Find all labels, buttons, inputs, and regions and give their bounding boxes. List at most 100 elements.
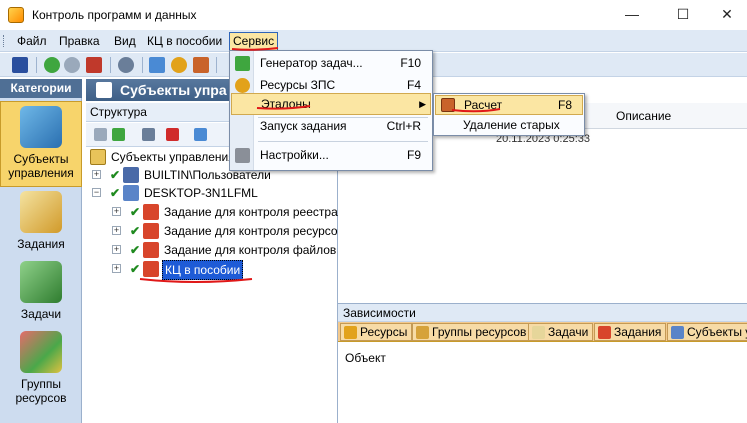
job-icon	[143, 261, 159, 277]
menu-item-settings[interactable]: Настройки... F9	[231, 145, 431, 167]
menu-item-shortcut: Ctrl+R	[386, 119, 421, 133]
category-resource-groups[interactable]: Группы ресурсов	[0, 331, 82, 409]
tree-node-label: DESKTOP-3N1LFML	[144, 186, 258, 200]
toolbar-divider	[142, 57, 143, 73]
forward-icon[interactable]	[64, 57, 80, 73]
tab-subjects[interactable]: Субъекты у	[667, 323, 747, 341]
add-icon[interactable]	[94, 128, 107, 141]
add-child-icon[interactable]	[112, 128, 125, 141]
menu-item-etalons[interactable]: Эталоны ▶	[231, 93, 431, 115]
menu-item-calculate[interactable]: Расчет F8	[435, 95, 583, 115]
menu-item-label: Удаление старых	[463, 118, 560, 132]
tree-node-desktop[interactable]: − ✔ DESKTOP-3N1LFML	[92, 184, 336, 202]
tab-jobs[interactable]: Задания	[594, 323, 667, 341]
title-bar: Контроль программ и данных — ☐ ✕	[0, 0, 747, 30]
expand-icon[interactable]: +	[112, 207, 121, 216]
menu-item-label: Запуск задания	[260, 119, 347, 133]
check-icon: ✔	[110, 186, 121, 200]
check-icon: ✔	[130, 262, 141, 276]
gear-icon[interactable]	[171, 57, 187, 73]
tab-tasks[interactable]: Задачи	[528, 323, 594, 341]
search-icon[interactable]	[118, 57, 134, 73]
generator-icon	[235, 56, 250, 71]
tree-node-files[interactable]: + ✔ Задание для контроля файлов	[112, 241, 336, 259]
resource-groups-icon	[416, 326, 429, 339]
menu-item-label: Настройки...	[260, 148, 329, 162]
menubar-grip-icon	[3, 35, 6, 47]
menu-view[interactable]: Вид	[111, 33, 139, 50]
toolbar-divider	[110, 57, 111, 73]
job-icon	[143, 242, 159, 258]
menu-item-label: Расчет	[464, 98, 503, 112]
tree-node-registry[interactable]: + ✔ Задание для контроля реестра	[112, 203, 338, 221]
resource-groups-icon	[20, 331, 62, 373]
expand-icon[interactable]: +	[112, 245, 121, 254]
menu-item-shortcut: F8	[557, 98, 572, 112]
computer-user-icon	[20, 106, 62, 148]
tree-node-resources[interactable]: + ✔ Задание для контроля ресурсо	[112, 222, 338, 240]
toolbar-divider	[36, 57, 37, 73]
tab-resource-groups[interactable]: Группы ресурсов	[412, 323, 532, 341]
generator-icon[interactable]	[149, 57, 165, 73]
menu-divider	[258, 141, 428, 142]
move-icon[interactable]	[142, 128, 155, 141]
collapse-icon[interactable]: −	[92, 188, 101, 197]
delete-icon[interactable]	[166, 128, 179, 141]
resource-icon	[344, 326, 357, 339]
window-title: Контроль программ и данных	[32, 8, 197, 22]
calculator-icon[interactable]	[193, 57, 209, 73]
app-icon	[8, 7, 24, 23]
categories-pane: Субъекты управления Задания Задачи Групп…	[0, 98, 82, 423]
category-label: Задания	[17, 237, 65, 251]
tab-resources[interactable]: Ресурсы	[340, 323, 413, 341]
expand-icon[interactable]: +	[92, 170, 101, 179]
tree-node-label: Задание для контроля реестра	[164, 205, 338, 219]
check-icon: ✔	[130, 243, 141, 257]
menu-edit[interactable]: Правка	[56, 33, 103, 50]
dependencies-tabs: Ресурсы Группы ресурсов Задачи Задания С…	[338, 322, 747, 342]
check-icon: ✔	[130, 224, 141, 238]
menu-bar: Файл Правка Вид КЦ в пособии Сервис	[0, 30, 747, 52]
tasks-icon	[20, 261, 62, 303]
tree-node-label-selected: КЦ в пособии	[162, 260, 244, 280]
toolbar-divider	[216, 57, 217, 73]
column-description[interactable]: Описание	[616, 109, 671, 123]
tree-node-label: Задание для контроля ресурсо	[164, 224, 338, 238]
menu-file[interactable]: Файл	[14, 33, 50, 50]
back-icon[interactable]	[44, 57, 60, 73]
dependencies-body	[338, 342, 747, 423]
menu-item-shortcut: F10	[400, 56, 421, 70]
category-tasks[interactable]: Задачи	[0, 261, 82, 323]
computer-icon	[671, 326, 684, 339]
menu-item-label: Генератор задач...	[260, 56, 363, 70]
tab-label: Задачи	[548, 325, 589, 339]
service-menu: Генератор задач... F10 Ресурсы ЗПС F4 Эт…	[229, 50, 433, 171]
category-tasks-jobs[interactable]: Задания	[0, 191, 82, 253]
expand-icon[interactable]: +	[112, 264, 121, 273]
save-icon[interactable]	[12, 57, 28, 73]
menu-item-delete-old[interactable]: Удаление старых	[435, 116, 583, 136]
maximize-button[interactable]: ☐	[660, 0, 706, 30]
tree-node-label: Задание для контроля файлов	[164, 243, 337, 257]
expand-icon[interactable]: +	[112, 226, 121, 235]
home-icon[interactable]	[86, 57, 102, 73]
tree-node-kc[interactable]: + ✔ КЦ в пособии	[112, 260, 336, 280]
column-object[interactable]: Объект	[345, 351, 386, 365]
menu-item-run-job[interactable]: Запуск задания Ctrl+R	[231, 116, 431, 138]
submenu-arrow-icon: ▶	[419, 99, 426, 109]
tab-label: Субъекты у	[687, 325, 747, 339]
categories-header: Категории	[0, 79, 82, 98]
computer-icon	[96, 82, 112, 98]
menu-service[interactable]: Сервис	[229, 32, 279, 51]
minimize-button[interactable]: —	[609, 0, 655, 30]
tab-label: Группы ресурсов	[432, 325, 527, 339]
computer-icon	[123, 185, 139, 201]
menu-item-task-generator[interactable]: Генератор задач... F10	[231, 53, 431, 75]
user-group-icon	[123, 167, 139, 183]
tasks-icon	[532, 326, 545, 339]
gear-icon	[235, 78, 250, 93]
folder-icon[interactable]	[194, 128, 207, 141]
category-subjects[interactable]: Субъекты управления	[0, 101, 82, 187]
close-button[interactable]: ✕	[704, 0, 747, 30]
menu-kc[interactable]: КЦ в пособии	[144, 33, 225, 50]
